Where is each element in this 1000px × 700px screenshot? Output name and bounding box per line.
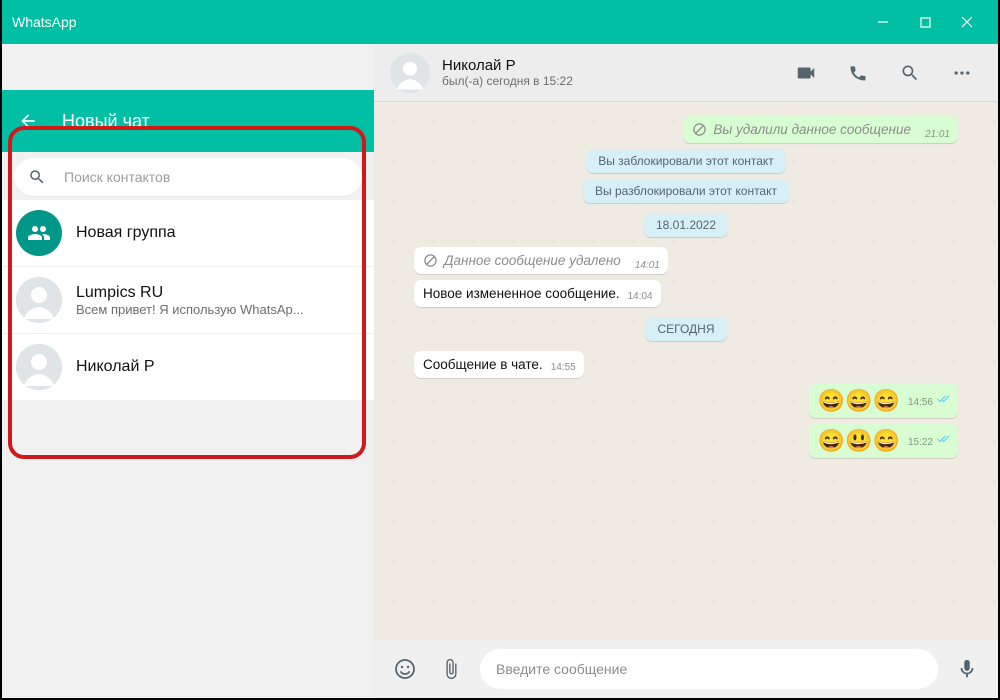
- message-time: 15:22: [908, 435, 950, 448]
- message-deleted-out[interactable]: Вы удалили данное сообщение 21:01: [683, 116, 958, 143]
- newchat-title: Новый чат: [62, 111, 150, 132]
- search-bar[interactable]: [14, 158, 362, 196]
- message-input-wrapper[interactable]: [480, 649, 938, 689]
- system-message: Вы заблокировали этот контакт: [586, 149, 786, 173]
- message-time: 14:01: [635, 260, 660, 271]
- maximize-button[interactable]: [904, 7, 946, 37]
- attach-button[interactable]: [434, 652, 468, 686]
- video-call-button[interactable]: [786, 53, 826, 93]
- contact-name: Николай Р: [76, 358, 360, 376]
- new-group-label: Новая группа: [76, 224, 360, 242]
- contact-row[interactable]: Lumpics RU Всем привет! Я использую What…: [2, 267, 374, 334]
- search-in-chat-button[interactable]: [890, 53, 930, 93]
- message-list: Вы удалили данное сообщение 21:01 Вы заб…: [374, 102, 998, 640]
- newchat-header: Новый чат: [2, 90, 374, 152]
- message-in[interactable]: Сообщение в чате. 14:55: [414, 351, 584, 378]
- back-button[interactable]: [16, 109, 40, 133]
- message-in[interactable]: Новое измененное сообщение. 14:04: [414, 280, 661, 307]
- message-input-bar: [374, 640, 998, 698]
- contact-name: Lumpics RU: [76, 284, 360, 302]
- chat-pane: Николай Р был(-а) сегодня в 15:22: [374, 44, 998, 698]
- blocked-icon: [692, 122, 707, 137]
- contact-row[interactable]: Николай Р: [2, 334, 374, 400]
- app-title: WhatsApp: [12, 14, 77, 30]
- minimize-button[interactable]: [862, 7, 904, 37]
- message-input[interactable]: [496, 661, 922, 677]
- search-input[interactable]: [64, 169, 348, 185]
- avatar-icon: [16, 344, 62, 390]
- mic-button[interactable]: [950, 652, 984, 686]
- search-icon: [28, 168, 46, 186]
- message-time: 14:56: [908, 395, 950, 408]
- sidebar: Новый чат Новая группа: [2, 44, 374, 698]
- chat-header: Николай Р был(-а) сегодня в 15:22: [374, 44, 998, 102]
- avatar-icon: [16, 277, 62, 323]
- group-icon: [16, 210, 62, 256]
- chat-header-info[interactable]: Николай Р был(-а) сегодня в 15:22: [442, 57, 774, 88]
- voice-call-button[interactable]: [838, 53, 878, 93]
- new-group-row[interactable]: Новая группа: [2, 200, 374, 267]
- date-divider: СЕГОДНЯ: [645, 317, 726, 341]
- message-time: 21:01: [925, 129, 950, 140]
- date-divider: 18.01.2022: [644, 213, 728, 237]
- message-out[interactable]: 😄😄😄 14:56: [809, 384, 958, 418]
- chat-menu-button[interactable]: [942, 53, 982, 93]
- message-out[interactable]: 😄😃😄 15:22: [809, 424, 958, 458]
- message-time: 14:55: [551, 362, 576, 373]
- chat-avatar-icon[interactable]: [390, 53, 430, 93]
- system-message: Вы разблокировали этот контакт: [583, 179, 789, 203]
- blocked-icon: [423, 253, 438, 268]
- chat-contact-name: Николай Р: [442, 57, 774, 74]
- close-button[interactable]: [946, 7, 988, 37]
- chat-contact-status: был(-а) сегодня в 15:22: [442, 74, 774, 88]
- emoji-button[interactable]: [388, 652, 422, 686]
- message-time: 14:04: [628, 291, 653, 302]
- titlebar: WhatsApp: [2, 0, 998, 44]
- read-checks-icon: [936, 435, 950, 445]
- message-deleted-in[interactable]: Данное сообщение удалено 14:01: [414, 247, 668, 274]
- app-window: WhatsApp Новый чат: [0, 0, 1000, 700]
- contact-status: Всем привет! Я использую WhatsAp...: [76, 302, 360, 317]
- contact-list: Новая группа Lumpics RU Всем привет! Я и…: [2, 200, 374, 400]
- read-checks-icon: [936, 395, 950, 405]
